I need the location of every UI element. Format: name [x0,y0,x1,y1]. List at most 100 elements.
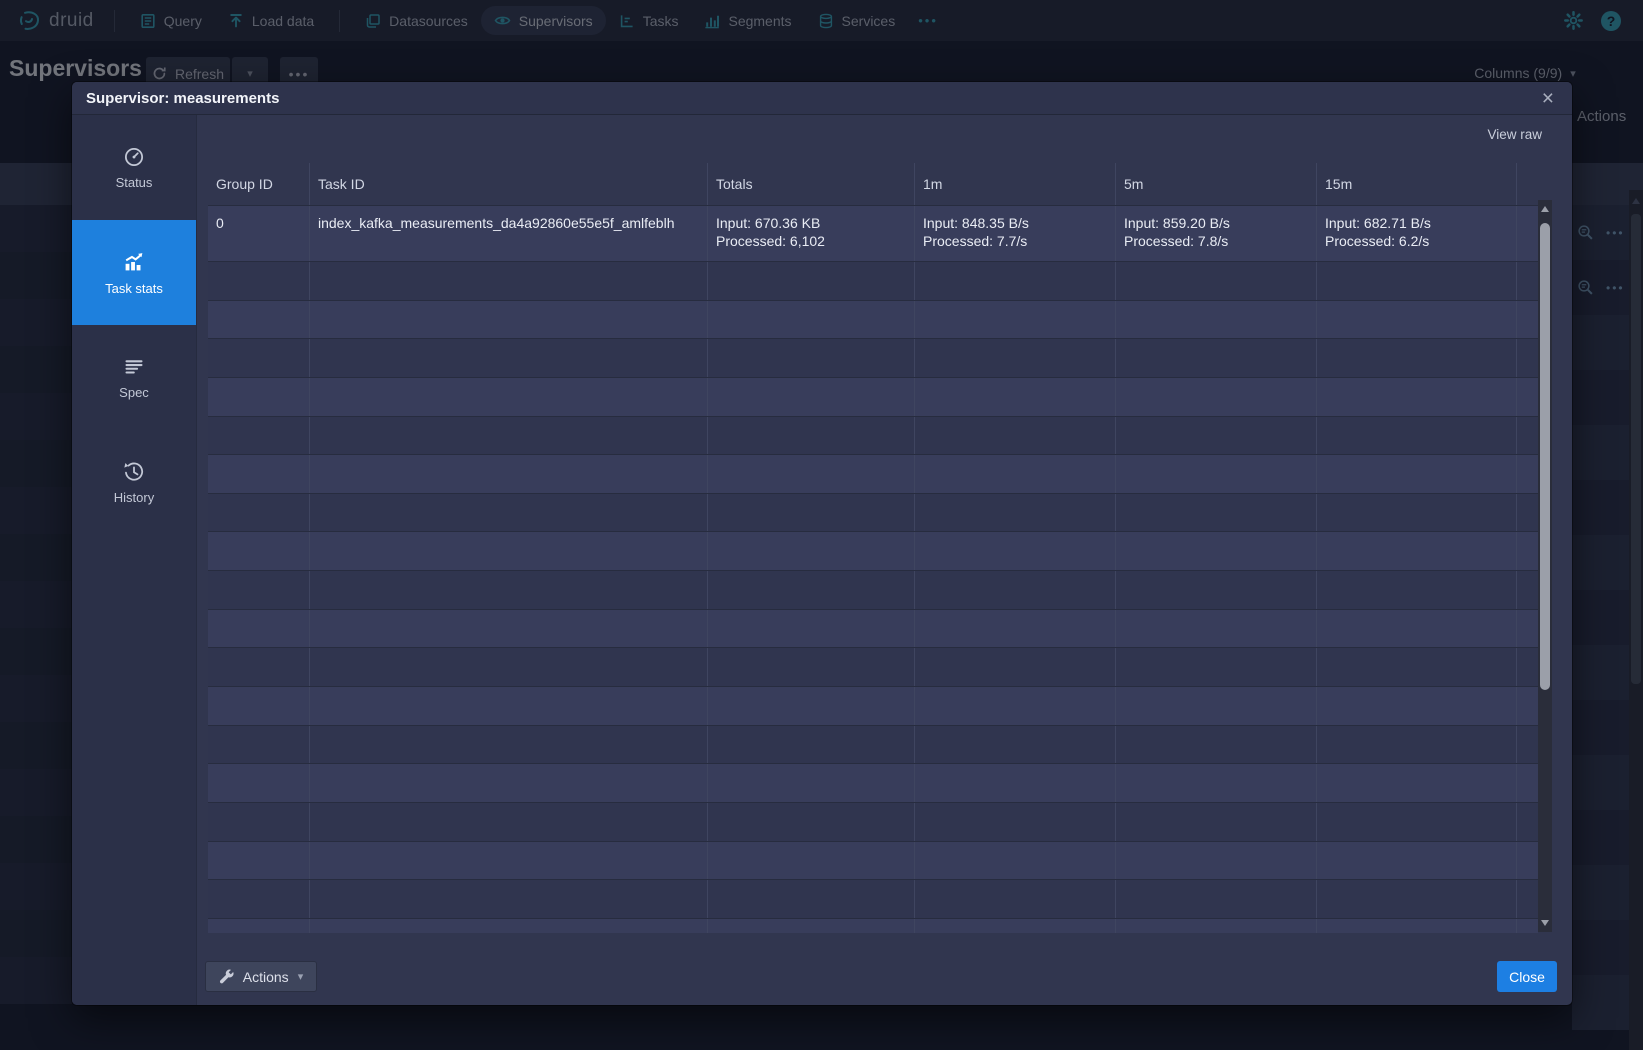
empty-cell [208,455,310,493]
empty-cell [708,301,915,339]
druid-console: druid QueryLoad dataDatasourcesSuperviso… [0,0,1643,1050]
empty-cell [708,571,915,609]
empty-cell [1317,571,1517,609]
filler-cell [1517,880,1538,918]
cell-line: Input: 848.35 B/s [923,214,1107,232]
table-scrollbar-thumb[interactable] [1540,223,1550,690]
empty-cell [208,610,310,648]
header-cell[interactable]: 15m [1317,163,1517,205]
empty-cell [1116,803,1317,841]
empty-cell [310,494,708,532]
empty-table-row [208,764,1538,803]
header-cell[interactable]: Totals [708,163,915,205]
empty-cell [208,417,310,455]
header-cell[interactable]: 1m [915,163,1116,205]
empty-cell [1317,301,1517,339]
empty-table-row [208,648,1538,687]
empty-cell [915,417,1116,455]
filler-cell [1517,726,1538,764]
empty-cell [310,648,708,686]
header-cell[interactable]: Task ID [310,163,708,205]
empty-cell [310,262,708,300]
empty-cell [708,532,915,570]
task-stats-icon [122,250,146,274]
empty-cell [310,301,708,339]
filler-cell [1517,417,1538,455]
table-cell-m5: Input: 859.20 B/sProcessed: 7.8/s [1116,206,1317,261]
view-raw-link[interactable]: View raw [1487,127,1542,142]
empty-cell [208,571,310,609]
empty-cell [915,301,1116,339]
empty-table-row [208,610,1538,649]
tab-label: Status [116,175,153,190]
filler-cell [1517,571,1538,609]
tab-label: Task stats [105,281,163,296]
empty-cell [208,803,310,841]
empty-cell [1317,803,1517,841]
tab-spec[interactable]: Spec [72,325,196,430]
scroll-down-arrow-icon[interactable] [1541,920,1549,926]
dialog-actions-label: Actions [243,969,289,985]
empty-cell [708,842,915,880]
empty-cell [915,339,1116,377]
empty-cell [1116,494,1317,532]
scroll-up-arrow-icon[interactable] [1541,206,1549,212]
empty-cell [208,532,310,570]
empty-cell [915,919,1116,933]
empty-table-row [208,262,1538,301]
empty-cell [915,764,1116,802]
empty-cell [1317,687,1517,725]
chevron-down-icon: ▾ [298,970,304,983]
empty-cell [1317,417,1517,455]
empty-cell [708,919,915,933]
empty-cell [310,378,708,416]
dialog-side-tabs: Status Task stats SpecHistory [72,115,197,1005]
table-cell-totals: Input: 670.36 KBProcessed: 6,102 [708,206,915,261]
header-cell[interactable]: 5m [1116,163,1317,205]
empty-cell [208,687,310,725]
header-cell[interactable]: Group ID [208,163,310,205]
dialog-close-button[interactable]: Close [1497,961,1557,992]
empty-cell [708,455,915,493]
empty-cell [1317,378,1517,416]
cell-line: Processed: 7.7/s [923,232,1107,250]
table-cell-group_id: 0 [208,206,310,261]
empty-cell [208,339,310,377]
filler-cell [1517,764,1538,802]
tab-status[interactable]: Status [72,115,196,220]
empty-cell [310,339,708,377]
filler-cell [1517,455,1538,493]
tab-history[interactable]: History [72,430,196,535]
cell-line: Processed: 7.8/s [1124,232,1308,250]
empty-cell [708,262,915,300]
dialog-actions-button[interactable]: Actions ▾ [205,961,317,992]
empty-table-row [208,687,1538,726]
table-scrollbar[interactable] [1538,200,1552,932]
close-icon[interactable]: × [1538,88,1558,109]
empty-cell [1116,301,1317,339]
empty-cell [915,842,1116,880]
filler-cell [1517,301,1538,339]
empty-cell [708,417,915,455]
wrench-icon [219,969,234,984]
empty-cell [208,262,310,300]
empty-cell [208,494,310,532]
empty-cell [708,726,915,764]
empty-cell [915,262,1116,300]
empty-cell [310,842,708,880]
empty-cell [915,610,1116,648]
cell-line: Input: 670.36 KB [716,214,906,232]
tab-task-stats[interactable]: Task stats [72,220,196,325]
filler-cell [1517,610,1538,648]
filler-cell [1517,494,1538,532]
empty-cell [1116,648,1317,686]
empty-table-row [208,842,1538,881]
empty-cell [1317,610,1517,648]
filler-cell [1517,842,1538,880]
filler-cell [1517,262,1538,300]
filler-cell [1517,687,1538,725]
empty-cell [915,803,1116,841]
empty-cell [208,880,310,918]
status-icon [123,146,145,168]
empty-cell [310,455,708,493]
